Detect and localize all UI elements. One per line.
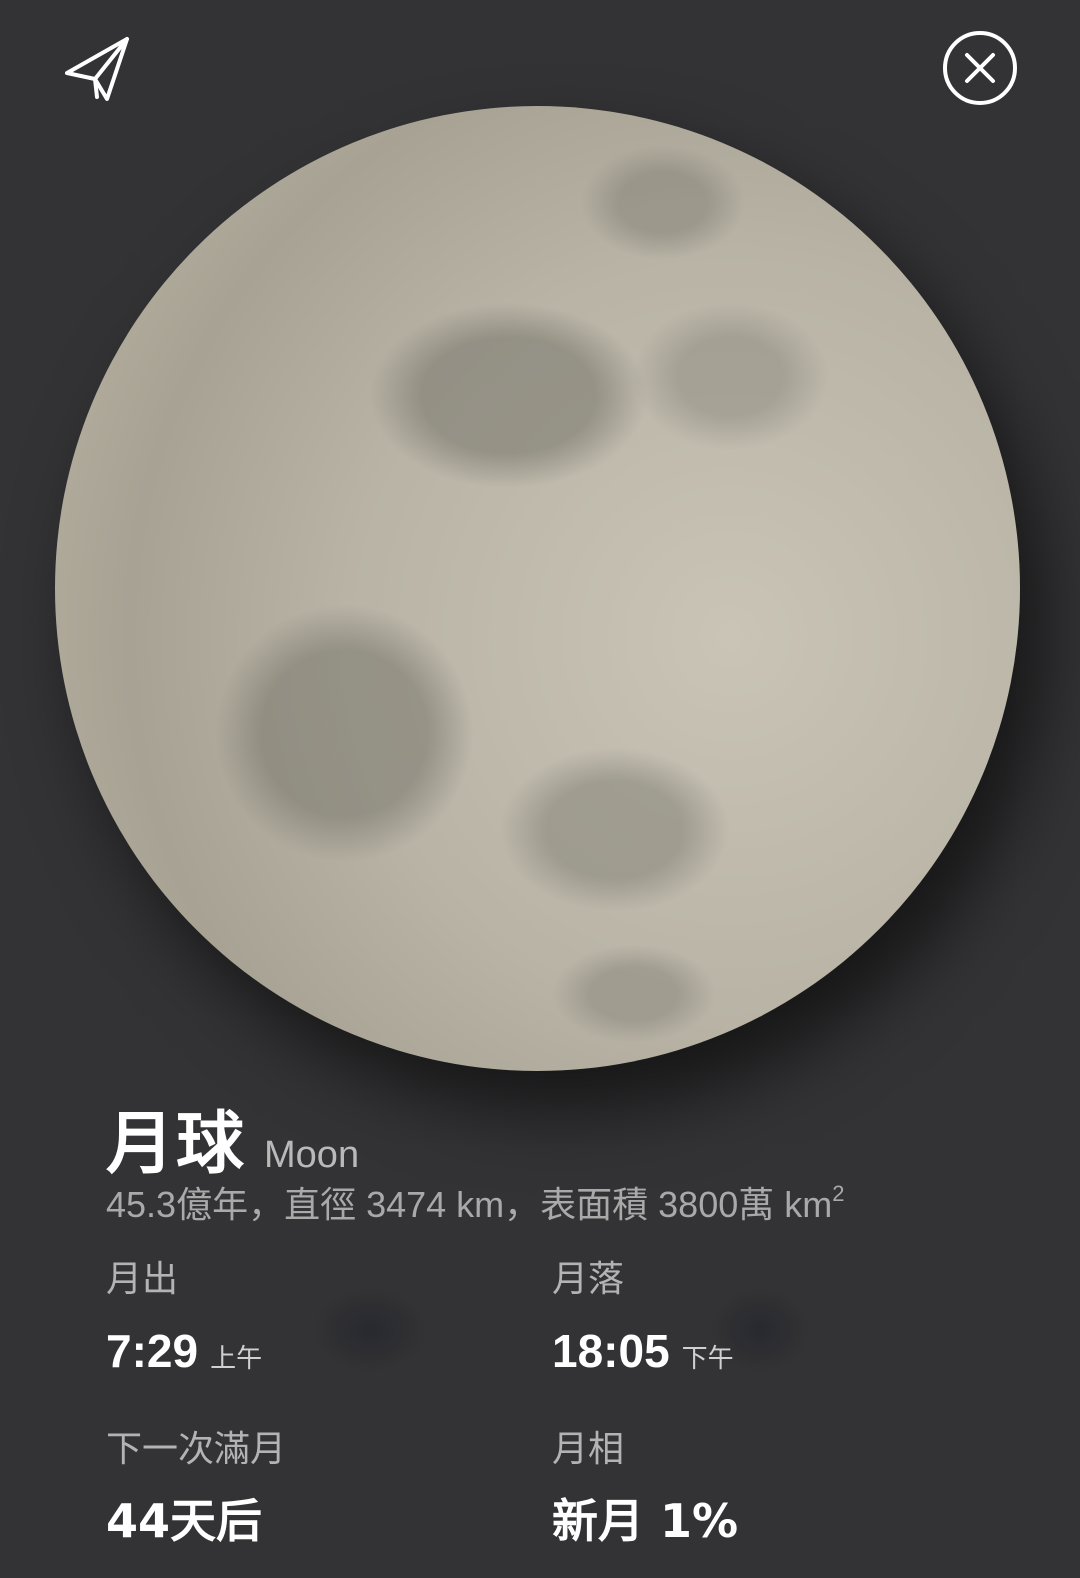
- moon-phase-stat: 月相 新月 1%: [552, 1429, 972, 1545]
- moon-facts-superscript: 2: [832, 1181, 845, 1206]
- moon-facts-text: 45.3億年，直徑 3474 km，表面積 3800萬 km: [106, 1184, 833, 1225]
- moon-facts: 45.3億年，直徑 3474 km，表面積 3800萬 km2: [106, 1176, 844, 1228]
- paper-plane-icon: [65, 37, 129, 101]
- page-title: 月球: [106, 1104, 247, 1184]
- moonset-stat: 月落 18:05 下午: [552, 1259, 972, 1377]
- next-full-moon-stat: 下一次滿月 44天后: [106, 1429, 526, 1545]
- moonrise-period: 上午: [210, 1344, 263, 1374]
- next-full-moon-label: 下一次滿月: [106, 1429, 287, 1470]
- moonrise-stat: 月出 7:29 上午: [106, 1259, 526, 1377]
- moonset-period: 下午: [681, 1344, 734, 1374]
- close-icon: [943, 31, 1017, 105]
- moonrise-time: 7:29: [106, 1325, 199, 1377]
- moon-phase-value: 新月 1%: [552, 1494, 739, 1548]
- moon-phase-label: 月相: [552, 1429, 625, 1470]
- moon-disc: [55, 106, 1020, 1071]
- page-title-english: Moon: [264, 1134, 360, 1176]
- title-row: 月球 Moon: [106, 1088, 359, 1187]
- close-button[interactable]: [940, 28, 1020, 108]
- moonrise-label: 月出: [106, 1259, 179, 1300]
- moon-image: [55, 106, 1020, 1071]
- next-full-moon-value: 44天后: [106, 1494, 263, 1548]
- moonset-label: 月落: [552, 1259, 625, 1300]
- moonset-time: 18:05: [552, 1325, 670, 1377]
- share-button[interactable]: [56, 28, 136, 108]
